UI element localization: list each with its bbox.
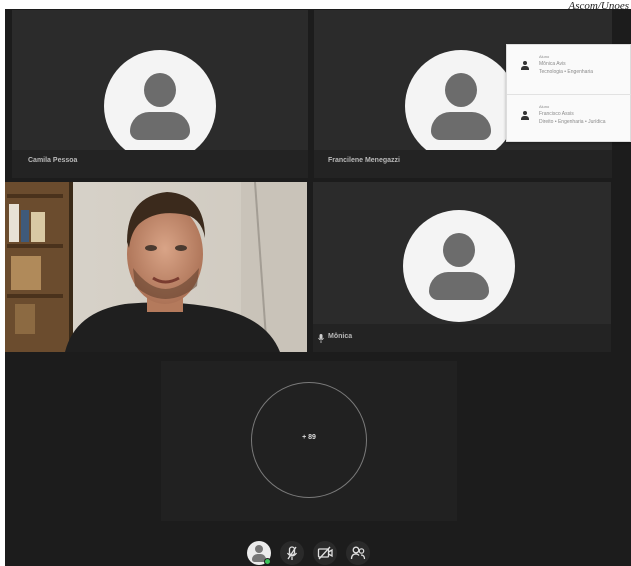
participant-role: Aluno bbox=[539, 54, 550, 59]
participant-name: Mônica bbox=[328, 333, 353, 340]
participants-icon bbox=[350, 546, 366, 560]
more-participants-count: + 89 bbox=[302, 434, 316, 441]
microphone-icon bbox=[318, 334, 324, 343]
participants-button[interactable] bbox=[346, 541, 370, 565]
screenshot-frame: Ascom/Unoes Camila Pessoa Francilene Men… bbox=[0, 0, 631, 566]
participant-name: Francilene Menegazzi bbox=[328, 157, 400, 164]
participant-detail: Tecnologia • Engenharia bbox=[539, 69, 594, 75]
participant-video-feed[interactable] bbox=[5, 182, 307, 352]
user-icon bbox=[521, 111, 529, 121]
participant-name: Camila Pessoa bbox=[28, 157, 78, 164]
camera-image bbox=[5, 182, 307, 352]
participant-list-name: Mônica Avis bbox=[539, 61, 566, 67]
participant-list-popup: Aluno Mônica Avis Tecnologia • Engenhari… bbox=[506, 44, 631, 142]
user-status-button[interactable] bbox=[247, 541, 271, 565]
person-head-shape bbox=[443, 233, 475, 267]
participant-tile[interactable]: Camila Pessoa bbox=[12, 10, 308, 178]
camera-off-icon bbox=[317, 546, 333, 560]
person-body-shape bbox=[130, 112, 190, 140]
camera-toggle-button[interactable] bbox=[313, 541, 337, 565]
microphone-off-icon bbox=[286, 546, 298, 560]
online-status-dot bbox=[264, 558, 271, 565]
user-icon bbox=[521, 61, 529, 71]
avatar bbox=[405, 50, 517, 162]
participant-name-bar: Camila Pessoa bbox=[12, 150, 308, 178]
participant-role: Aluno bbox=[539, 104, 550, 109]
avatar bbox=[104, 50, 216, 162]
person-head-shape bbox=[144, 73, 176, 107]
person-body-shape bbox=[429, 272, 489, 300]
avatar bbox=[403, 210, 515, 322]
participant-tile[interactable]: Mônica bbox=[313, 182, 611, 352]
participant-name-bar: Mônica bbox=[313, 324, 611, 352]
user-avatar-icon bbox=[255, 545, 263, 553]
microphone-toggle-button[interactable] bbox=[280, 541, 304, 565]
participant-detail: Direito • Engenharia • Jurídica bbox=[539, 119, 606, 125]
participant-name-bar: Francilene Menegazzi bbox=[314, 150, 612, 178]
participant-list-item[interactable]: Aluno Francisco Assis Direito • Engenhar… bbox=[507, 94, 631, 142]
participant-list-item[interactable]: Aluno Mônica Avis Tecnologia • Engenhari… bbox=[507, 45, 631, 93]
person-body-shape bbox=[431, 112, 491, 140]
person-head-shape bbox=[445, 73, 477, 107]
more-participants-button[interactable]: + 89 bbox=[251, 382, 367, 498]
participant-list-name: Francisco Assis bbox=[539, 111, 574, 117]
